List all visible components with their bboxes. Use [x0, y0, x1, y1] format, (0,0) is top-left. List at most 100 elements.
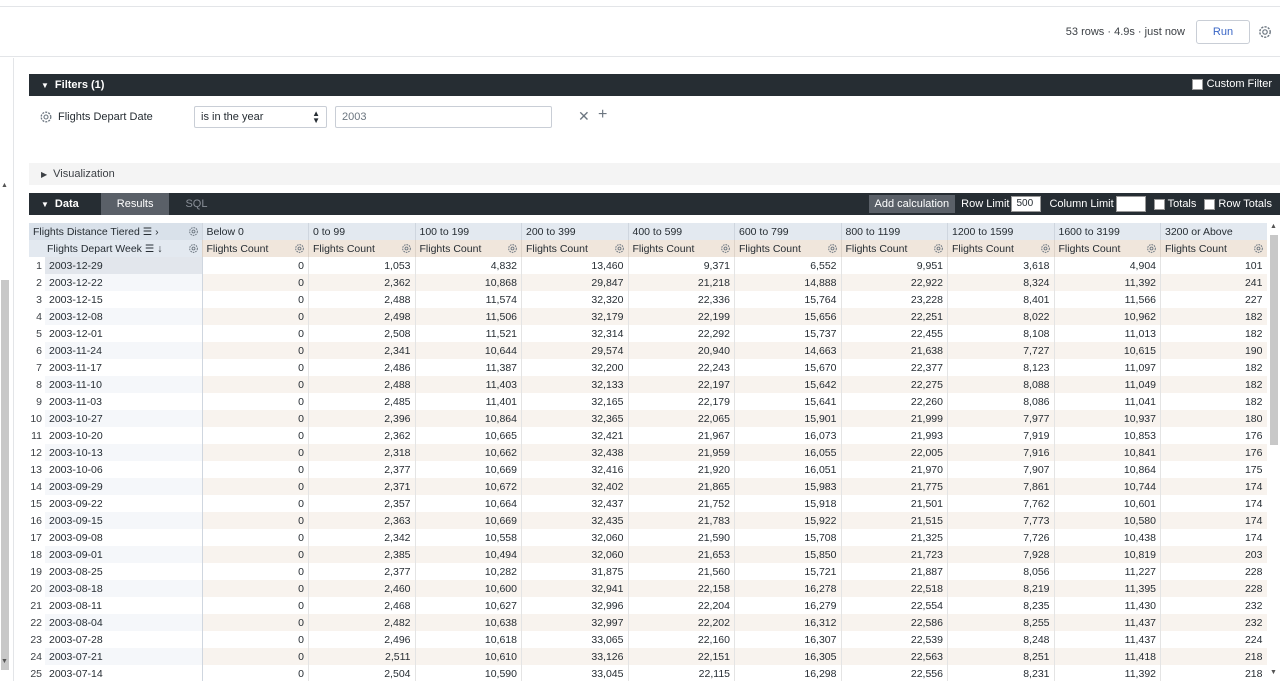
flights-count-cell[interactable]: 2,508: [308, 325, 416, 342]
flights-count-cell[interactable]: 10,665: [415, 427, 522, 444]
flights-count-cell[interactable]: 2,496: [308, 631, 416, 648]
gear-icon[interactable]: [933, 243, 944, 254]
flights-count-cell[interactable]: 4,904: [1054, 257, 1161, 274]
flights-count-cell[interactable]: 32,314: [521, 325, 629, 342]
flights-count-cell[interactable]: 10,638: [415, 614, 522, 631]
measure-header[interactable]: Flights Count: [415, 240, 522, 257]
flights-count-cell[interactable]: 2,318: [308, 444, 416, 461]
flights-count-cell[interactable]: 11,227: [1054, 563, 1161, 580]
flights-count-cell[interactable]: 22,251: [841, 308, 948, 325]
measure-header[interactable]: Flights Count: [521, 240, 629, 257]
flights-count-cell[interactable]: 21,752: [628, 495, 735, 512]
flights-count-cell[interactable]: 9,371: [628, 257, 735, 274]
flights-count-cell[interactable]: 11,097: [1054, 359, 1161, 376]
flights-count-cell[interactable]: 218: [1160, 665, 1267, 681]
flights-count-cell[interactable]: 182: [1160, 359, 1267, 376]
depart-week-cell[interactable]: 2003-11-24: [45, 342, 203, 359]
pivot-dimension-header[interactable]: Flights Distance Tiered ☰ ›: [29, 223, 203, 240]
flights-count-cell[interactable]: 228: [1160, 563, 1267, 580]
flights-count-cell[interactable]: 11,387: [415, 359, 522, 376]
flights-count-cell[interactable]: 21,590: [628, 529, 735, 546]
flights-count-cell[interactable]: 182: [1160, 376, 1267, 393]
flights-count-cell[interactable]: 10,438: [1054, 529, 1161, 546]
flights-count-cell[interactable]: 8,251: [947, 648, 1055, 665]
flights-count-cell[interactable]: 33,045: [521, 665, 629, 681]
flights-count-cell[interactable]: 13,460: [521, 257, 629, 274]
flights-count-cell[interactable]: 11,506: [415, 308, 522, 325]
flights-count-cell[interactable]: 10,853: [1054, 427, 1161, 444]
flights-count-cell[interactable]: 22,586: [841, 614, 948, 631]
visualization-section-header[interactable]: ▶ Visualization: [29, 163, 1280, 185]
flights-count-cell[interactable]: 22,377: [841, 359, 948, 376]
flights-count-cell[interactable]: 16,312: [734, 614, 842, 631]
flights-count-cell[interactable]: 10,644: [415, 342, 522, 359]
flights-count-cell[interactable]: 2,485: [308, 393, 416, 410]
flights-count-cell[interactable]: 8,235: [947, 597, 1055, 614]
flights-count-cell[interactable]: 22,151: [628, 648, 735, 665]
measure-header[interactable]: Flights Count: [1160, 240, 1267, 257]
flights-count-cell[interactable]: 10,282: [415, 563, 522, 580]
gear-icon[interactable]: [188, 243, 199, 254]
flights-count-cell[interactable]: 11,574: [415, 291, 522, 308]
flights-count-cell[interactable]: 2,468: [308, 597, 416, 614]
measure-header[interactable]: Flights Count: [734, 240, 842, 257]
flights-count-cell[interactable]: 29,574: [521, 342, 629, 359]
flights-count-cell[interactable]: 32,200: [521, 359, 629, 376]
flights-count-cell[interactable]: 2,488: [308, 291, 416, 308]
flights-count-cell[interactable]: 2,482: [308, 614, 416, 631]
flights-count-cell[interactable]: 0: [202, 291, 309, 308]
flights-count-cell[interactable]: 2,377: [308, 563, 416, 580]
filters-section-header[interactable]: ▼ Filters (1) Custom Filter: [29, 74, 1280, 96]
flights-count-cell[interactable]: 7,861: [947, 478, 1055, 495]
gear-icon[interactable]: [507, 243, 518, 254]
filter-value-input[interactable]: 2003: [335, 106, 552, 128]
flights-count-cell[interactable]: 10,819: [1054, 546, 1161, 563]
flights-count-cell[interactable]: 2,460: [308, 580, 416, 597]
flights-count-cell[interactable]: 10,494: [415, 546, 522, 563]
flights-count-cell[interactable]: 8,324: [947, 274, 1055, 291]
flights-count-cell[interactable]: 7,977: [947, 410, 1055, 427]
flights-count-cell[interactable]: 22,922: [841, 274, 948, 291]
flights-count-cell[interactable]: 33,126: [521, 648, 629, 665]
flights-count-cell[interactable]: 22,539: [841, 631, 948, 648]
column-limit-input[interactable]: [1115, 196, 1146, 212]
measure-header[interactable]: Flights Count: [947, 240, 1055, 257]
flights-count-cell[interactable]: 16,073: [734, 427, 842, 444]
flights-count-cell[interactable]: 203: [1160, 546, 1267, 563]
flights-count-cell[interactable]: 32,437: [521, 495, 629, 512]
flights-count-cell[interactable]: 10,669: [415, 512, 522, 529]
flights-count-cell[interactable]: 180: [1160, 410, 1267, 427]
depart-week-cell[interactable]: 2003-07-14: [45, 665, 203, 681]
totals-toggle[interactable]: Totals: [1153, 198, 1196, 210]
flights-count-cell[interactable]: 241: [1160, 274, 1267, 291]
flights-count-cell[interactable]: 21,783: [628, 512, 735, 529]
flights-count-cell[interactable]: 0: [202, 563, 309, 580]
flights-count-cell[interactable]: 10,864: [1054, 461, 1161, 478]
depart-week-cell[interactable]: 2003-12-01: [45, 325, 203, 342]
flights-count-cell[interactable]: 22,243: [628, 359, 735, 376]
flights-count-cell[interactable]: 176: [1160, 427, 1267, 444]
flights-count-cell[interactable]: 29,847: [521, 274, 629, 291]
flights-count-cell[interactable]: 2,363: [308, 512, 416, 529]
flights-count-cell[interactable]: 10,627: [415, 597, 522, 614]
flights-count-cell[interactable]: 21,967: [628, 427, 735, 444]
flights-count-cell[interactable]: 15,708: [734, 529, 842, 546]
flights-count-cell[interactable]: 15,670: [734, 359, 842, 376]
flights-count-cell[interactable]: 22,065: [628, 410, 735, 427]
depart-week-cell[interactable]: 2003-12-22: [45, 274, 203, 291]
flights-count-cell[interactable]: 22,563: [841, 648, 948, 665]
run-button[interactable]: Run: [1196, 20, 1250, 44]
row-dimension-header[interactable]: Flights Depart Week ☰ ↓: [29, 240, 203, 257]
pivot-column-header[interactable]: 1600 to 3199: [1054, 223, 1161, 240]
flights-count-cell[interactable]: 7,762: [947, 495, 1055, 512]
flights-count-cell[interactable]: 1,053: [308, 257, 416, 274]
flights-count-cell[interactable]: 0: [202, 597, 309, 614]
depart-week-cell[interactable]: 2003-11-17: [45, 359, 203, 376]
flights-count-cell[interactable]: 21,999: [841, 410, 948, 427]
flights-count-cell[interactable]: 15,737: [734, 325, 842, 342]
gear-icon[interactable]: [827, 243, 838, 254]
flights-count-cell[interactable]: 22,115: [628, 665, 735, 681]
flights-count-cell[interactable]: 16,307: [734, 631, 842, 648]
flights-count-cell[interactable]: 32,941: [521, 580, 629, 597]
measure-header[interactable]: Flights Count: [628, 240, 735, 257]
